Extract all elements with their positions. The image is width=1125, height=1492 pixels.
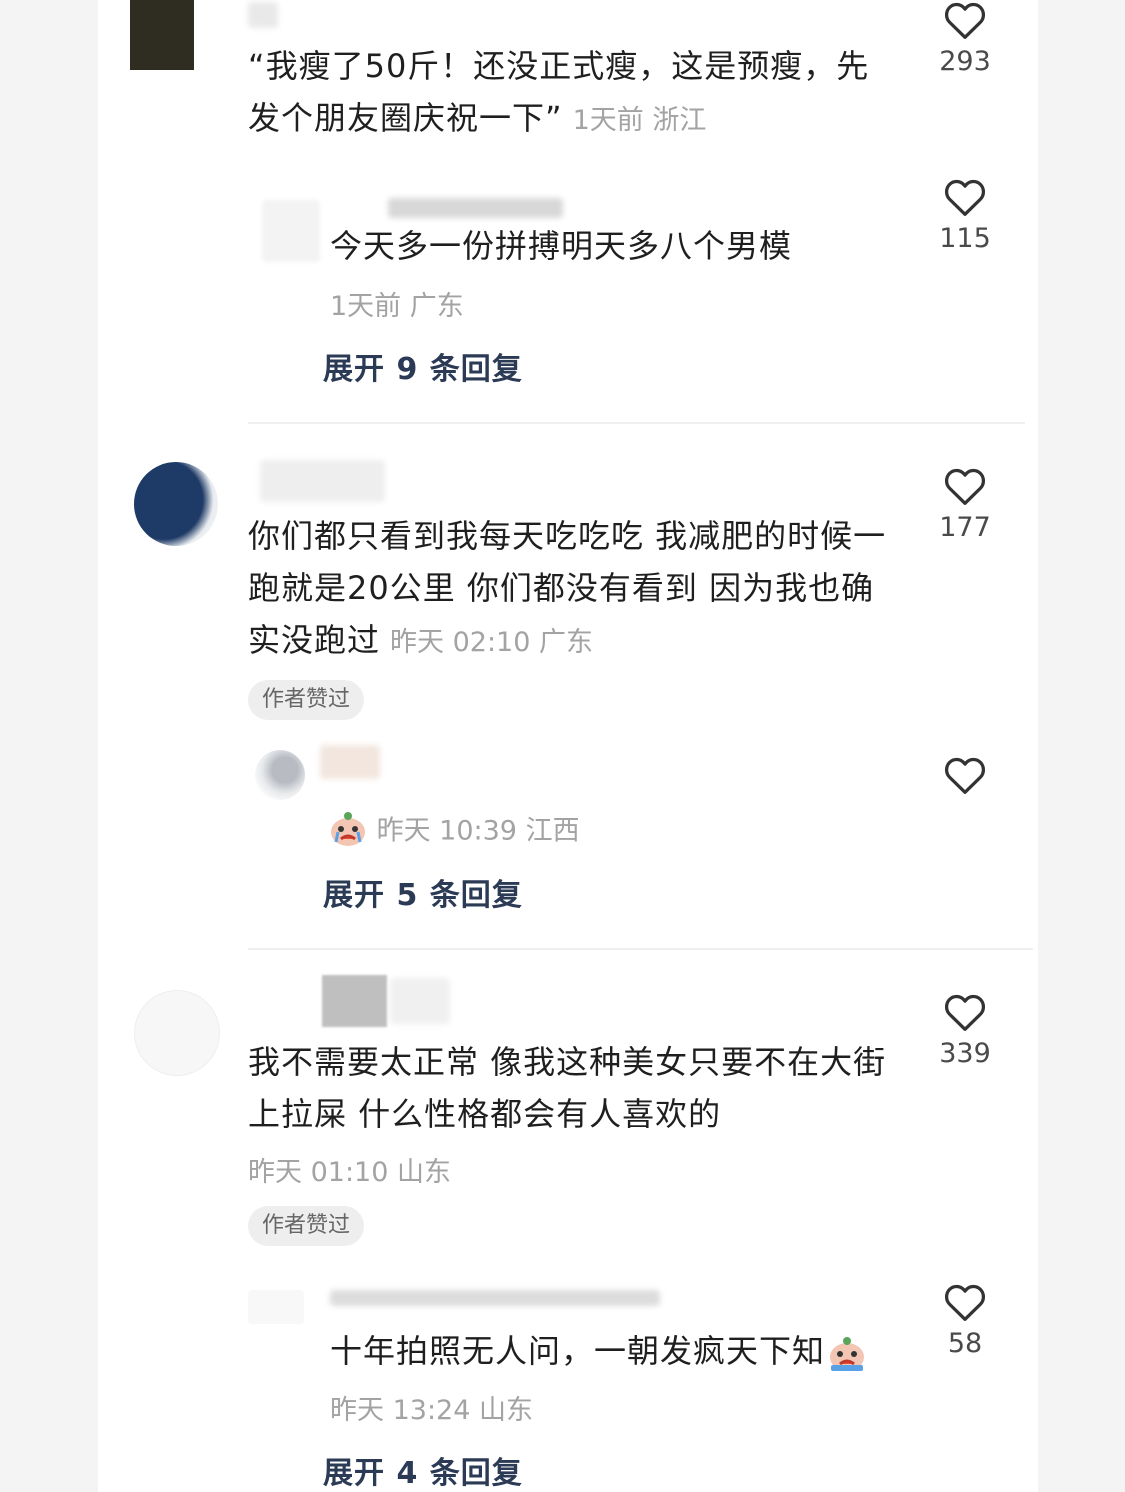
heart-icon — [944, 2, 986, 39]
username[interactable] — [330, 1290, 660, 1306]
username[interactable] — [322, 975, 387, 1027]
crying-face-icon — [830, 1337, 865, 1371]
reply-meta: 昨天 13:24 山东 — [330, 1395, 533, 1426]
username[interactable] — [388, 198, 563, 218]
comment-text: 你们都只看到我每天吃吃吃 我减肥的时候一跑就是20公里 你们都没有看到 因为我也… — [248, 517, 887, 659]
avatar[interactable] — [255, 750, 305, 800]
heart-icon — [944, 1284, 986, 1321]
author-liked-badge: 作者赞过 — [248, 680, 365, 720]
reply-text: 十年拍照无人问，一朝发疯天下知 — [330, 1325, 910, 1377]
heart-icon — [944, 468, 986, 505]
like-count: 293 — [939, 46, 991, 77]
expand-replies-button[interactable]: 展开 9 条回复 — [323, 344, 523, 388]
comment-text: 我不需要太正常 像我这种美女只要不在大街上拉屎 什么性格都会有人喜欢的 — [248, 1043, 887, 1133]
avatar[interactable] — [134, 990, 220, 1076]
divider — [248, 948, 1033, 950]
avatar[interactable] — [134, 462, 218, 546]
divider — [248, 422, 1025, 424]
avatar[interactable] — [262, 200, 320, 262]
heart-icon — [944, 179, 986, 216]
comment-meta: 昨天 01:10 山东 — [248, 1157, 451, 1188]
username[interactable] — [260, 460, 385, 502]
comment-text: “我瘦了50斤！还没正式瘦，这是预瘦，先发个朋友圈庆祝一下” 1天前 浙江 — [248, 47, 870, 137]
comment-meta: 昨天 02:10 广东 — [390, 627, 593, 658]
expand-replies-button[interactable]: 展开 5 条回复 — [323, 870, 523, 914]
like-count: 177 — [939, 512, 991, 543]
reply-meta: 1天前 广东 — [330, 291, 464, 322]
like-count: 339 — [939, 1038, 991, 1069]
reply-text: 今天多一份拼搏明天多八个男模 — [330, 227, 793, 265]
username[interactable] — [390, 978, 450, 1024]
like-button[interactable] — [930, 755, 1000, 795]
like-button[interactable]: 339 — [930, 992, 1000, 1069]
like-button[interactable]: 115 — [930, 177, 1000, 254]
comment-meta: 1天前 浙江 — [572, 105, 707, 136]
expand-replies-button[interactable]: 展开 4 条回复 — [323, 1448, 523, 1492]
crying-face-icon — [331, 812, 365, 846]
avatar[interactable] — [130, 0, 194, 70]
like-button[interactable]: 177 — [930, 466, 1000, 543]
username[interactable] — [248, 2, 278, 28]
like-count: 115 — [939, 223, 991, 254]
like-button[interactable]: 293 — [930, 0, 1000, 77]
author-liked-badge: 作者赞过 — [248, 1206, 365, 1246]
reply-meta: 昨天 10:39 江西 — [328, 808, 580, 848]
heart-icon — [944, 994, 986, 1031]
username[interactable] — [320, 745, 380, 779]
avatar[interactable] — [248, 1290, 304, 1324]
like-button[interactable]: 58 — [930, 1282, 1000, 1359]
heart-icon — [944, 757, 986, 794]
like-count: 58 — [947, 1328, 983, 1359]
